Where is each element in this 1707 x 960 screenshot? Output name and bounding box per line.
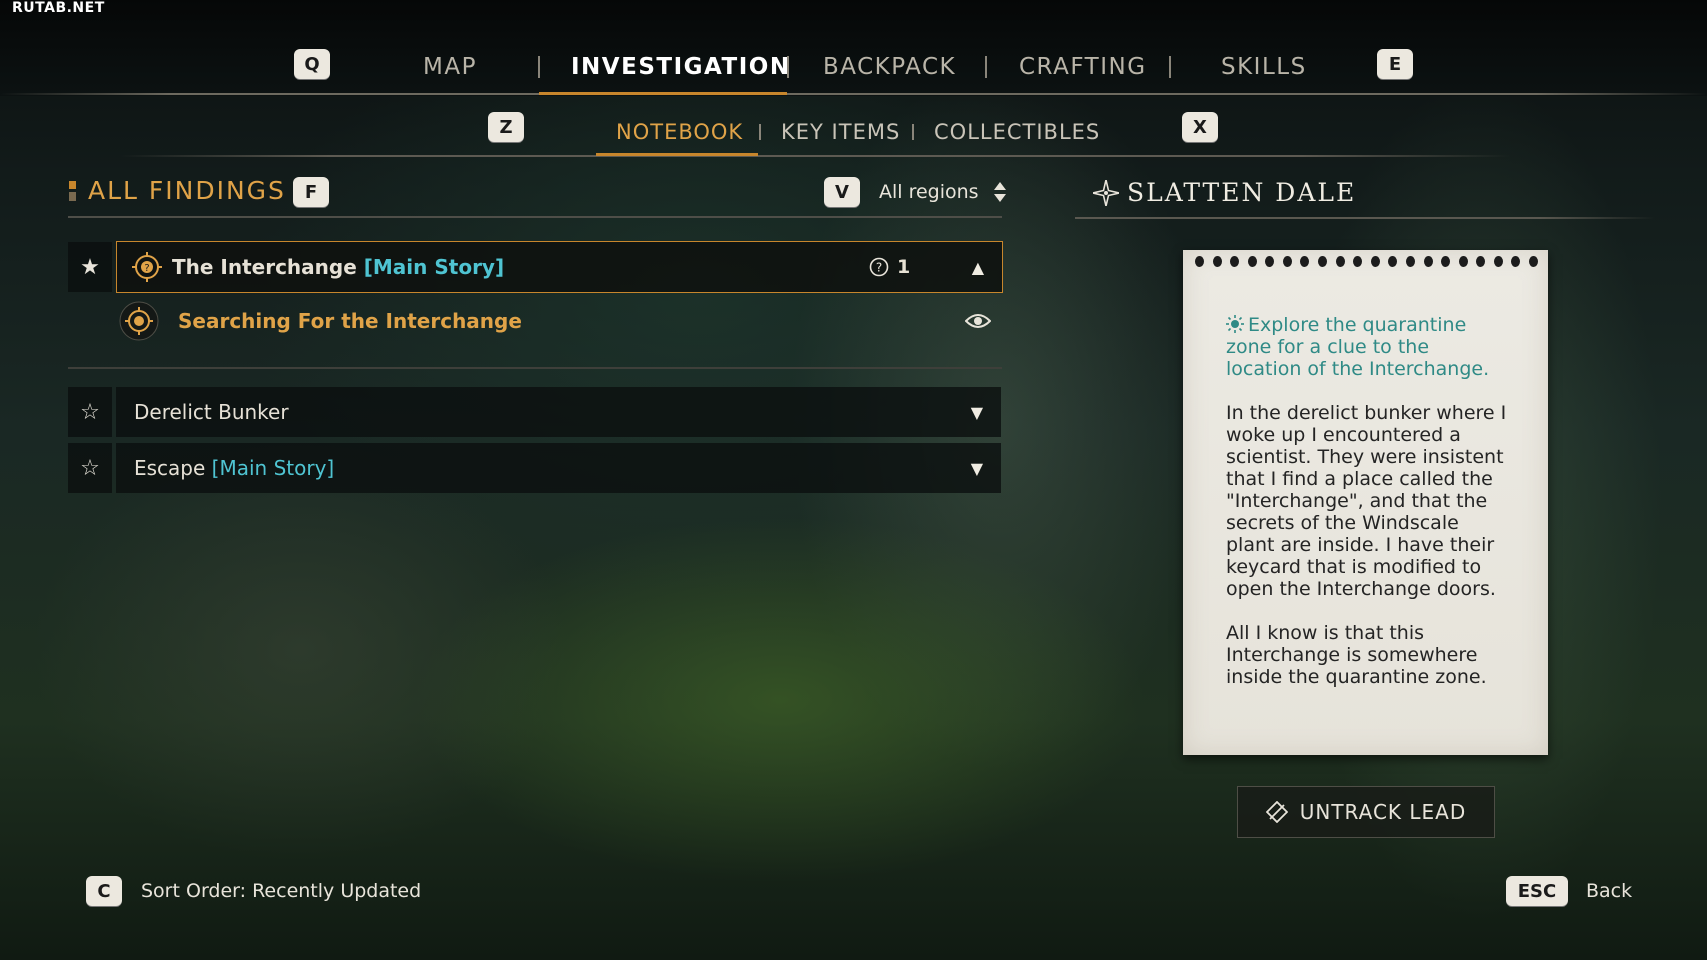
tab-separator [1169, 56, 1171, 78]
tab-skills[interactable]: SKILLS [1221, 54, 1307, 80]
note-paragraph-1: In the derelict bunker where I woke up I… [1226, 402, 1507, 600]
star-toggle-filled[interactable]: ★ [68, 242, 112, 292]
lead-count-value: 1 [897, 256, 911, 278]
star-outline-icon: ☆ [80, 455, 100, 481]
lead-row[interactable]: Searching For the Interchange [116, 296, 1001, 346]
active-tab-indicator [539, 92, 787, 95]
lead-target-icon [119, 301, 159, 341]
lead-label: Searching For the Interchange [178, 309, 522, 333]
eye-icon[interactable] [965, 313, 991, 329]
tab-backpack[interactable]: BACKPACK [823, 54, 956, 80]
section-marker-icon [69, 181, 76, 201]
region-value: All regions [879, 181, 979, 203]
tab-collectibles[interactable]: COLLECTIBLES [934, 120, 1100, 144]
subnav-divider [120, 155, 1510, 157]
nav-next-key[interactable]: E [1377, 49, 1413, 79]
findings-divider [68, 216, 1002, 218]
tab-key-items[interactable]: KEY ITEMS [781, 120, 900, 144]
sort-key[interactable]: C [86, 876, 122, 906]
finding-row-derelict-bunker[interactable]: Derelict Bunker ▼ [116, 387, 1001, 437]
subnav-prev-key[interactable]: Z [488, 112, 524, 142]
tab-crafting[interactable]: CRAFTING [1019, 54, 1147, 80]
finding-row-interchange[interactable]: ? The Interchange [Main Story] ? 1 ▲ [116, 241, 1003, 293]
finding-row-escape[interactable]: Escape [Main Story] ▼ [116, 443, 1001, 493]
region-key[interactable]: V [824, 177, 860, 207]
back-key[interactable]: ESC [1506, 876, 1568, 906]
star-toggle-empty[interactable]: ☆ [68, 387, 112, 437]
findings-group-divider [68, 367, 1002, 369]
finding-title: The Interchange [Main Story] [172, 255, 504, 279]
active-subtab-indicator [596, 153, 758, 156]
star-toggle-empty[interactable]: ☆ [68, 443, 112, 493]
note-paragraph-2: All I know is that this Interchange is s… [1226, 622, 1487, 688]
sort-arrows-icon [993, 182, 1006, 202]
objective-sun-icon [1226, 315, 1244, 333]
finding-name: Escape [134, 456, 206, 480]
untrack-label: UNTRACK LEAD [1299, 800, 1467, 824]
tab-separator [985, 56, 987, 78]
region-title: SLATTEN DALE [1127, 178, 1357, 207]
question-circle-icon: ? [869, 257, 889, 277]
region-compass-icon [1093, 180, 1119, 206]
subtab-separator [912, 124, 914, 140]
detail-divider [1075, 217, 1655, 219]
untrack-lead-button[interactable]: UNTRACK LEAD [1237, 786, 1495, 838]
star-outline-icon: ☆ [80, 399, 100, 425]
tab-map[interactable]: MAP [423, 54, 477, 80]
tab-notebook[interactable]: NOTEBOOK [616, 120, 743, 144]
notebook-page: Explore the quarantine zone for a clue t… [1183, 250, 1548, 755]
filter-key[interactable]: F [293, 177, 329, 207]
svg-text:?: ? [876, 261, 882, 275]
tab-separator [787, 56, 789, 78]
star-filled-icon: ★ [80, 254, 100, 280]
main-story-tag: [Main Story] [211, 456, 335, 480]
collapse-triangle-icon[interactable]: ▲ [972, 258, 984, 277]
spiral-holes [1195, 256, 1538, 267]
objective-label: Explore the quarantine zone for a clue t… [1226, 314, 1490, 380]
back-label[interactable]: Back [1586, 880, 1632, 902]
lead-count: ? 1 [869, 256, 910, 278]
all-findings-title: ALL FINDINGS [88, 176, 286, 205]
region-selector[interactable]: All regions [879, 180, 1007, 204]
finding-title: Escape [Main Story] [134, 456, 334, 480]
svg-text:?: ? [144, 263, 149, 274]
expand-triangle-icon[interactable]: ▼ [971, 403, 983, 422]
sort-order-label[interactable]: Sort Order: Recently Updated [141, 880, 421, 902]
subnav-next-key[interactable]: X [1182, 112, 1218, 142]
tab-separator [538, 56, 540, 78]
untrack-icon [1265, 801, 1288, 823]
subtab-separator [759, 124, 761, 140]
top-nav-bar [0, 0, 1707, 96]
finding-name: The Interchange [172, 255, 357, 279]
objective-text: Explore the quarantine zone for a clue t… [1226, 314, 1506, 380]
main-story-tag: [Main Story] [363, 255, 505, 279]
finding-name: Derelict Bunker [134, 400, 289, 424]
nav-divider [0, 93, 1707, 95]
nav-prev-key[interactable]: Q [294, 49, 330, 79]
expand-triangle-icon[interactable]: ▼ [971, 459, 983, 478]
main-story-icon: ? [132, 252, 162, 282]
tab-investigation[interactable]: INVESTIGATION [571, 54, 791, 80]
watermark: RUTAB.NET [12, 0, 105, 16]
